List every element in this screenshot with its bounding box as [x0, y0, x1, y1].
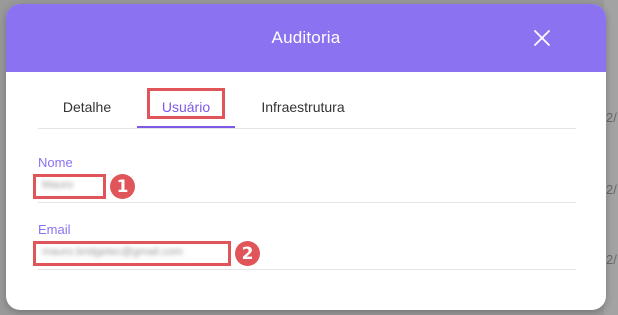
nome-label: Nome — [38, 155, 73, 170]
background-row-fragment: 2/ — [606, 252, 617, 267]
close-icon — [534, 30, 550, 46]
modal-header: Auditoria — [6, 4, 606, 72]
tab-infraestrutura[interactable]: Infraestrutura — [243, 90, 363, 126]
background-row-fragment: 2/ — [606, 182, 617, 197]
email-label: Email — [38, 222, 71, 237]
background-strip — [604, 0, 618, 315]
tab-highlight-box — [147, 88, 225, 119]
close-button[interactable] — [530, 26, 554, 50]
tab-detalhe[interactable]: Detalhe — [38, 90, 136, 126]
modal-title: Auditoria — [271, 28, 341, 47]
active-tab-indicator — [137, 126, 235, 128]
nome-highlight-box — [33, 174, 106, 199]
email-highlight-box — [33, 241, 231, 266]
audit-modal: Auditoria Detalhe Usuário Infraestrutura… — [6, 4, 606, 310]
annotation-badge-2: 2 — [235, 241, 260, 266]
annotation-badge-1: 1 — [110, 174, 135, 199]
email-divider — [38, 269, 576, 270]
tab-bar: Detalhe Usuário Infraestrutura — [38, 90, 576, 129]
background-row-fragment: 2/ — [606, 110, 617, 125]
nome-divider — [38, 202, 576, 203]
